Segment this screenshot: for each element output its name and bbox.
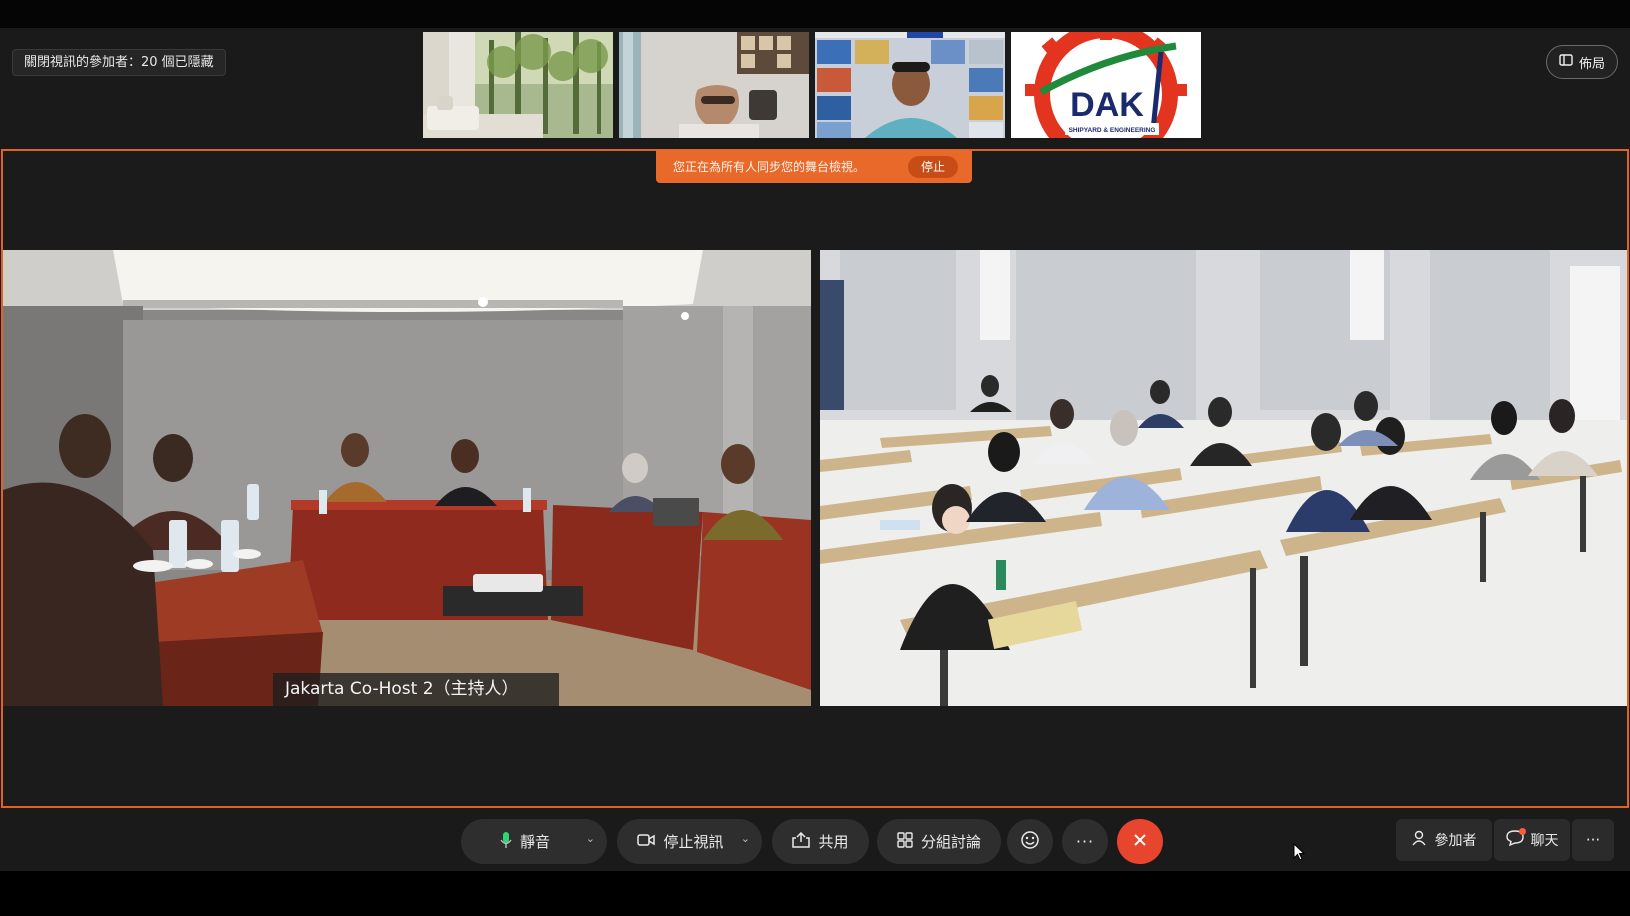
microphone-icon [500,831,512,853]
bottom-letterbox [0,871,1630,916]
more-panel-options-button[interactable]: ··· [1572,819,1614,861]
participant-thumbnail[interactable] [619,32,809,138]
hidden-participants-badge: 關閉視訊的參加者：20 個已隱藏 [12,49,226,76]
breakout-rooms-button[interactable]: 分組討論 [877,819,1001,864]
breakout-rooms-button-label: 分組討論 [920,833,981,851]
share-button[interactable]: 共用 [772,819,869,864]
stop-video-button-label: 停止視訊 [663,833,724,851]
sync-stage-banner: 您正在為所有人同步您的舞台檢視。 停止 [656,150,972,183]
breakout-rooms-icon [897,831,913,852]
thumbnail-strip: DAK SHIPYARD & ENGINEERING [423,32,1207,140]
chevron-down-icon[interactable]: ⌄ [586,832,595,845]
chat-notification-dot [1519,828,1526,835]
close-icon [1132,832,1148,852]
video-name-label: Jakarta Co-Host 2（主持人） [273,673,559,706]
person-icon [1411,830,1428,850]
dak-logo-text: DAK [1070,86,1144,124]
chat-button-label: 聊天 [1530,833,1559,849]
share-icon [792,831,811,852]
more-options-button[interactable]: ··· [1062,819,1108,864]
mute-button-label: 靜音 [519,833,550,851]
dak-logo-thumbnail[interactable]: DAK SHIPYARD & ENGINEERING [1011,32,1201,138]
mouse-cursor-icon [1293,842,1306,865]
top-letterbox [0,0,1630,28]
share-button-label: 共用 [818,833,849,851]
participant-thumbnail[interactable] [815,32,1005,138]
participant-thumbnail[interactable] [423,32,613,138]
sync-banner-text: 您正在為所有人同步您的舞台檢視。 [673,160,866,174]
mute-button[interactable]: 靜音 ⌄ [461,819,607,864]
participants-button[interactable]: 參加者 [1396,819,1492,861]
chevron-down-icon[interactable]: ⌄ [741,832,750,845]
stop-sync-button[interactable]: 停止 [908,155,958,178]
ellipsis-icon: ··· [1075,832,1095,851]
end-meeting-button[interactable] [1117,819,1163,864]
smiley-icon [1020,830,1040,854]
jakarta-video-tile[interactable]: Jakarta Co-Host 2（主持人） [3,250,811,706]
layout-button-label: 佈局 [1578,56,1605,72]
dak-logo-subtext: SHIPYARD & ENGINEERING [1069,127,1156,134]
grid-layout-icon [1559,54,1573,70]
layout-button[interactable]: 佈局 [1546,45,1618,79]
video-camera-icon [637,833,656,851]
classroom-video-tile[interactable] [820,250,1627,706]
participants-button-label: 參加者 [1434,833,1477,849]
ellipsis-icon: ··· [1585,831,1601,849]
reactions-button[interactable] [1007,819,1053,864]
chat-button[interactable]: 聊天 [1494,819,1570,861]
stop-video-button[interactable]: 停止視訊 ⌄ [617,819,762,864]
